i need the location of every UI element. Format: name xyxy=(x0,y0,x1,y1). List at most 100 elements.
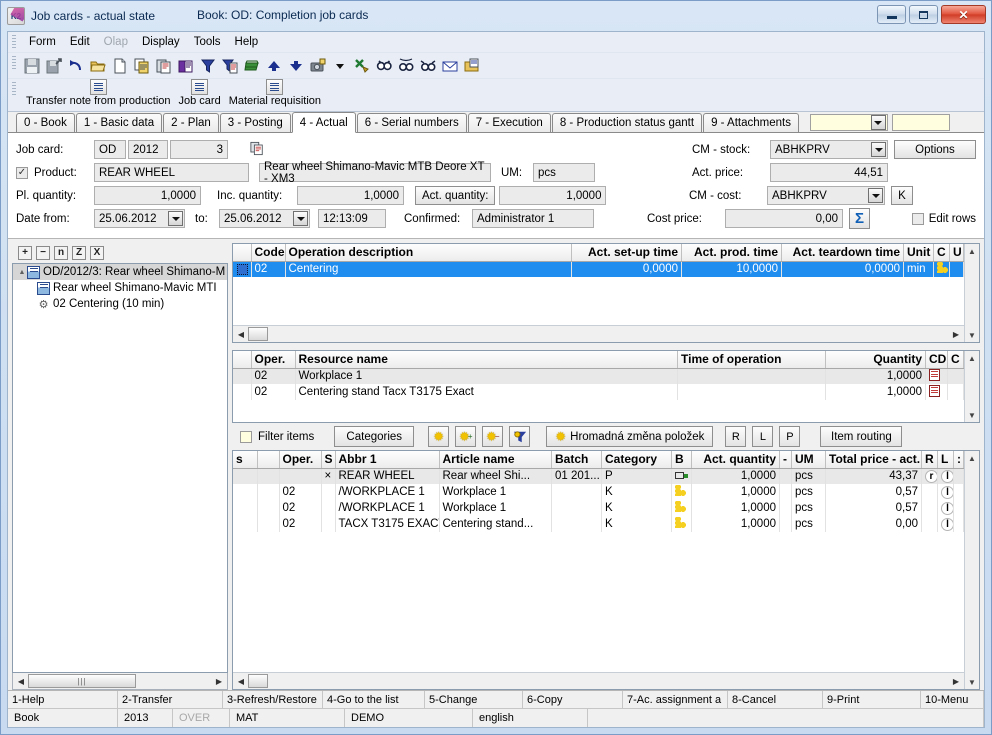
col-um[interactable]: UM xyxy=(791,451,826,469)
tab-posting[interactable]: 3 - Posting xyxy=(219,113,291,132)
fkey-refresh-restore[interactable]: 3-Refresh/Restore xyxy=(223,691,323,708)
copy-document-icon[interactable] xyxy=(250,141,264,159)
collapse-all-button[interactable]: − xyxy=(36,246,50,260)
col-quantity[interactable]: Quantity xyxy=(825,351,926,369)
table-row[interactable]: 02 Workplace 1 1,0000 xyxy=(233,368,964,384)
tab-serial-numbers[interactable]: 6 - Serial numbers xyxy=(356,113,467,132)
col-code[interactable]: Code xyxy=(251,244,286,262)
tab-execution[interactable]: 7 - Execution xyxy=(467,113,551,132)
product-name-field[interactable]: Rear wheel Shimano-Mavic MTB Deore XT - … xyxy=(259,161,491,185)
pl-quantity-field[interactable]: 1,0000 xyxy=(94,186,201,205)
filter-icon[interactable] xyxy=(198,56,218,76)
fkey-help[interactable]: 1-Help xyxy=(8,691,118,708)
items-grid[interactable]: s Oper. S Abbr 1 Article name Batch Cate… xyxy=(232,450,980,690)
bulk-change-button[interactable]: ✹ Hromadná změna položek xyxy=(546,426,714,447)
col-total-price-act[interactable]: Total price - act. xyxy=(825,451,922,469)
scroll-right-icon[interactable]: ▶ xyxy=(949,674,963,688)
tab-plan[interactable]: 2 - Plan xyxy=(163,113,219,132)
fkey-go-to-list[interactable]: 4-Go to the list xyxy=(323,691,425,708)
col-operation-description[interactable]: Operation description xyxy=(285,244,572,262)
item-routing-button[interactable]: Item routing xyxy=(820,426,903,447)
maximize-button[interactable] xyxy=(909,5,938,24)
tab-attachments[interactable]: 9 - Attachments xyxy=(703,113,799,132)
confirmed-field[interactable]: Administrator 1 xyxy=(472,209,594,228)
fkey-menu[interactable]: 10-Menu xyxy=(921,691,984,708)
act-price-field[interactable]: 44,51 xyxy=(770,163,888,182)
fkey-print[interactable]: 9-Print xyxy=(823,691,921,708)
fkey-change[interactable]: 5-Change xyxy=(425,691,523,708)
find-all-icon[interactable] xyxy=(418,56,438,76)
menu-tools[interactable]: Tools xyxy=(187,34,228,50)
menu-help[interactable]: Help xyxy=(228,34,266,50)
quick-filter-field[interactable] xyxy=(891,114,950,131)
bigbar-gripper[interactable] xyxy=(12,82,16,97)
col-cd[interactable]: CD xyxy=(925,351,948,369)
menu-gripper[interactable] xyxy=(12,35,16,50)
menu-form[interactable]: Form xyxy=(22,34,63,50)
move-down-icon[interactable] xyxy=(286,56,306,76)
scroll-right-icon[interactable]: ▶ xyxy=(949,327,963,341)
close-button[interactable]: ✕ xyxy=(941,5,986,24)
tree-n-button[interactable]: n xyxy=(54,246,68,260)
camera-icon[interactable] xyxy=(308,56,328,76)
job-card-year-field[interactable]: 2012 xyxy=(128,140,168,159)
inc-quantity-field[interactable]: 1,0000 xyxy=(297,186,404,205)
sigma-button[interactable]: Σ xyxy=(849,208,870,229)
calendar-dropdown-icon[interactable] xyxy=(168,211,183,226)
star-plus-icon[interactable]: ✹ + xyxy=(455,426,477,447)
scroll-down-icon[interactable]: ▼ xyxy=(966,675,979,689)
star-minus-icon[interactable]: ✹ − xyxy=(482,426,504,447)
time-to-field[interactable]: 12:13:09 xyxy=(318,209,386,228)
col-unit[interactable]: Unit xyxy=(903,244,934,262)
operations-vscroll[interactable]: ▲ ▼ xyxy=(964,244,979,342)
product-tree[interactable]: ▲ OD/2012/3: Rear wheel Shimano-M Rear w… xyxy=(12,263,228,673)
col-oper[interactable]: Oper. xyxy=(279,451,322,469)
items-vscroll[interactable]: ▲ ▼ xyxy=(964,451,979,689)
resources-vscroll[interactable]: ▲ ▼ xyxy=(964,351,979,422)
scroll-down-icon[interactable]: ▼ xyxy=(966,408,979,422)
p-button[interactable]: P xyxy=(779,426,801,447)
operations-hscroll[interactable]: ◀ ▶ xyxy=(233,325,964,342)
open-doc-icon[interactable] xyxy=(462,56,482,76)
table-row[interactable]: 02 TACX T3175 EXACT Centering stand... K… xyxy=(233,516,964,532)
tree-z-button[interactable]: Z xyxy=(72,246,86,260)
col-oper[interactable]: Oper. xyxy=(251,351,296,369)
tree-x-button[interactable]: X xyxy=(90,246,104,260)
col-u[interactable]: U xyxy=(949,244,964,262)
categories-button[interactable]: Categories xyxy=(334,426,415,447)
col-act-prod-time[interactable]: Act. prod. time xyxy=(681,244,782,262)
find-icon[interactable] xyxy=(374,56,394,76)
act-quantity-field[interactable]: 1,0000 xyxy=(499,186,607,205)
col-time-of-operation[interactable]: Time of operation xyxy=(677,351,826,369)
chevron-down-icon[interactable] xyxy=(870,115,886,130)
cm-cost-combo[interactable]: ABHKPRV xyxy=(767,186,885,205)
dropdown-arrow-icon[interactable] xyxy=(330,56,350,76)
find-next-icon[interactable] xyxy=(396,56,416,76)
chevron-down-icon[interactable] xyxy=(871,142,886,157)
filter-items-checkbox[interactable] xyxy=(240,430,252,443)
col-resource-name[interactable]: Resource name xyxy=(295,351,678,369)
tree-horizontal-scrollbar[interactable]: ◀ ||| ▶ xyxy=(12,673,228,690)
job-card-book-field[interactable]: OD xyxy=(94,140,126,159)
r-button[interactable]: R xyxy=(725,426,747,447)
col-abbr1[interactable]: Abbr 1 xyxy=(335,451,440,469)
col-more[interactable]: : xyxy=(953,451,964,469)
col-article-name[interactable]: Article name xyxy=(439,451,552,469)
um-field[interactable]: pcs xyxy=(533,163,595,182)
expand-all-button[interactable]: + xyxy=(18,246,32,260)
scroll-up-icon[interactable]: ▲ xyxy=(966,351,979,365)
col-act-teardown-time[interactable]: Act. teardown time xyxy=(781,244,904,262)
mail-icon[interactable] xyxy=(440,56,460,76)
col-act-quantity[interactable]: Act. quantity xyxy=(691,451,780,469)
job-card-number-field[interactable]: 3 xyxy=(170,140,228,159)
col-dash[interactable]: - xyxy=(779,451,792,469)
minimize-button[interactable] xyxy=(877,5,906,24)
col-batch[interactable]: Batch xyxy=(551,451,602,469)
tab-production-status-gantt[interactable]: 8 - Production status gantt xyxy=(551,113,703,132)
filter-list-icon[interactable] xyxy=(220,56,240,76)
k-button[interactable]: K xyxy=(891,186,913,205)
export-excel-icon[interactable] xyxy=(352,56,372,76)
col-c[interactable]: C xyxy=(947,351,964,369)
fkey-transfer[interactable]: 2-Transfer xyxy=(118,691,223,708)
scroll-thumb[interactable] xyxy=(248,674,268,688)
